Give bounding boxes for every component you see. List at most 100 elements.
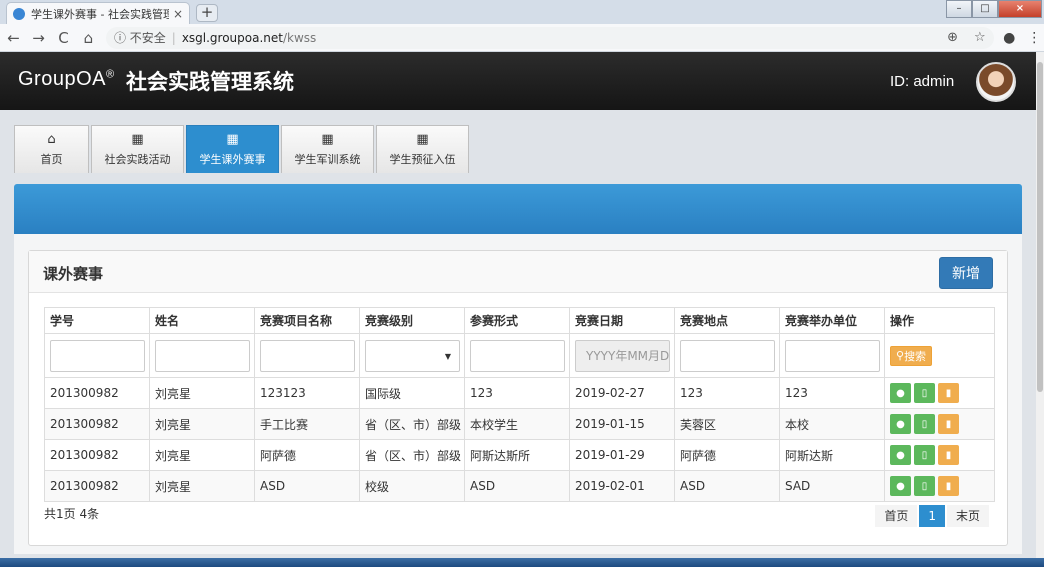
delete-trash-icon[interactable]: ▮ bbox=[938, 445, 959, 465]
delete-trash-icon[interactable]: ▮ bbox=[938, 476, 959, 496]
app-header: GroupOA® 社会实践管理系统 ID: admin bbox=[0, 52, 1044, 110]
tab-label: 首页 bbox=[40, 152, 63, 166]
minimize-button[interactable]: – bbox=[946, 0, 972, 18]
bookmark-star-icon[interactable]: ☆ bbox=[974, 30, 986, 45]
table-cell: ASD bbox=[254, 470, 360, 502]
home-icon[interactable]: ⌂ bbox=[77, 29, 100, 47]
panel-title: 课外赛事 bbox=[43, 265, 104, 283]
tab-enlistment[interactable]: ▦ 学生预征入伍 bbox=[376, 125, 469, 173]
url-input[interactable]: ⓘ 不安全 | xsgl.groupoa.net /kwss ⊕ ☆ bbox=[105, 26, 994, 49]
location-filter-input[interactable] bbox=[680, 339, 775, 372]
table-cell: 201300982 bbox=[44, 377, 150, 409]
col-date: 竞赛日期 bbox=[569, 307, 675, 334]
tab-home[interactable]: ⌂ 首页 bbox=[14, 125, 89, 173]
row-actions: ● ▯ ▮ bbox=[884, 439, 995, 471]
tab-competitions[interactable]: ▦ 学生课外赛事 bbox=[186, 125, 279, 173]
view-eye-icon[interactable]: ● bbox=[890, 445, 911, 465]
address-bar: ← → C ⌂ ⓘ 不安全 | xsgl.groupoa.net /kwss ⊕… bbox=[0, 24, 1044, 52]
view-eye-icon[interactable]: ● bbox=[890, 383, 911, 403]
search-button[interactable]: ⚲ 搜索 bbox=[890, 345, 933, 366]
col-student-id: 学号 bbox=[44, 307, 150, 334]
account-icon[interactable]: ● bbox=[1000, 30, 1019, 46]
table-cell: 2019-01-29 bbox=[569, 439, 675, 471]
view-eye-icon[interactable]: ● bbox=[890, 476, 911, 496]
groupoa-logo: GroupOA® bbox=[18, 68, 115, 90]
url-host: xsgl.groupoa.net bbox=[181, 30, 283, 45]
first-page-button[interactable]: 首页 bbox=[875, 505, 918, 527]
edit-document-icon[interactable]: ▯ bbox=[914, 414, 935, 434]
browser-tab[interactable]: 学生课外赛事 - 社会实践管理系统 × bbox=[6, 2, 190, 24]
table-cell: 芙蓉区 bbox=[674, 408, 780, 440]
add-button[interactable]: 新增 bbox=[939, 257, 993, 289]
table-cell: 123 bbox=[674, 377, 780, 409]
table-cell: 2019-02-01 bbox=[569, 470, 675, 502]
edit-document-icon[interactable]: ▯ bbox=[914, 383, 935, 403]
table-cell: 阿萨德 bbox=[674, 439, 780, 471]
col-actions: 操作 bbox=[884, 307, 995, 334]
maximize-button[interactable]: □ bbox=[972, 0, 998, 18]
pagination-summary: 共1页 4条 bbox=[44, 507, 100, 521]
forward-icon[interactable]: → bbox=[27, 29, 50, 47]
edit-document-icon[interactable]: ▯ bbox=[914, 476, 935, 496]
table-row: 201300982 刘亮星 ASD 校级 ASD 2019-02-01 ASD SAD ● ▯ ▮ bbox=[44, 470, 995, 502]
not-secure-label[interactable]: ⓘ 不安全 bbox=[114, 29, 166, 46]
browser-menu-icon[interactable]: ⋮ bbox=[1025, 30, 1044, 46]
competition-panel: 课外赛事 新增 学号 姓名 竞赛项目名称 竞赛级别 参赛形式 竞赛日期 竞赛地点… bbox=[28, 250, 1008, 546]
name-filter-input[interactable] bbox=[155, 339, 250, 372]
grid-icon: ▦ bbox=[321, 131, 334, 147]
organizer-filter-input[interactable] bbox=[785, 339, 880, 372]
table-cell: 刘亮星 bbox=[149, 408, 255, 440]
window-close-button[interactable]: × bbox=[998, 0, 1042, 18]
zoom-icon[interactable]: ⊕ bbox=[947, 30, 958, 45]
student-id-filter-input[interactable] bbox=[50, 339, 145, 372]
table-cell: 本校 bbox=[779, 408, 885, 440]
row-actions: ● ▯ ▮ bbox=[884, 408, 995, 440]
delete-trash-icon[interactable]: ▮ bbox=[938, 383, 959, 403]
search-icon: ⚲ bbox=[896, 349, 905, 362]
reload-icon[interactable]: C bbox=[52, 29, 75, 47]
grid-icon: ▦ bbox=[131, 131, 144, 147]
search-button-label: 搜索 bbox=[904, 349, 927, 363]
back-icon[interactable]: ← bbox=[2, 29, 25, 47]
scrollbar-thumb[interactable] bbox=[1037, 62, 1043, 392]
tab-social-practice[interactable]: ▦ 社会实践活动 bbox=[91, 125, 184, 173]
table-cell: 2019-01-15 bbox=[569, 408, 675, 440]
grid-icon: ▦ bbox=[226, 131, 239, 147]
browser-tab-title: 学生课外赛事 - 社会实践管理系统 bbox=[31, 7, 169, 21]
view-eye-icon[interactable]: ● bbox=[890, 414, 911, 434]
site-favicon-icon bbox=[13, 7, 25, 20]
col-level: 竞赛级别 bbox=[359, 307, 465, 334]
table-cell: 123 bbox=[779, 377, 885, 409]
edit-document-icon[interactable]: ▯ bbox=[914, 445, 935, 465]
level-filter-select[interactable]: ▼ bbox=[365, 339, 460, 372]
table-cell: 国际级 bbox=[359, 377, 465, 409]
grid-icon: ▦ bbox=[416, 131, 429, 147]
tab-label: 学生预征入伍 bbox=[389, 152, 456, 166]
table-row: 201300982 刘亮星 手工比赛 省（区、市）部级 本校学生 2019-01-15 芙蓉… bbox=[44, 408, 995, 440]
current-page-button[interactable]: 1 bbox=[919, 505, 945, 527]
tab-military-training[interactable]: ▦ 学生军训系统 bbox=[281, 125, 374, 173]
col-location: 竞赛地点 bbox=[674, 307, 780, 334]
user-avatar[interactable] bbox=[976, 62, 1016, 102]
table-cell: 阿斯达斯所 bbox=[464, 439, 570, 471]
home-icon: ⌂ bbox=[47, 131, 56, 147]
table-cell: ASD bbox=[464, 470, 570, 502]
module-nav: ⌂ 首页 ▦ 社会实践活动 ▦ 学生课外赛事 ▦ 学生军训系统 ▦ 学生预征入伍 bbox=[14, 125, 469, 173]
table-cell: 省（区、市）部级 bbox=[359, 439, 465, 471]
table-cell: 刘亮星 bbox=[149, 470, 255, 502]
table-row: 201300982 刘亮星 阿萨德 省（区、市）部级 阿斯达斯所 2019-01-29 阿萨… bbox=[44, 439, 995, 471]
system-title: 社会实践管理系统 bbox=[126, 70, 294, 94]
new-tab-button[interactable]: + bbox=[196, 4, 218, 22]
competition-name-filter-input[interactable] bbox=[260, 339, 355, 372]
table-cell: 省（区、市）部级 bbox=[359, 408, 465, 440]
table-cell: 201300982 bbox=[44, 439, 150, 471]
table-header-row: 学号 姓名 竞赛项目名称 竞赛级别 参赛形式 竞赛日期 竞赛地点 竞赛举办单位 … bbox=[44, 307, 995, 334]
date-filter-input[interactable]: YYYY年MM月DD日 bbox=[575, 339, 670, 372]
tab-close-icon[interactable]: × bbox=[173, 7, 183, 21]
delete-trash-icon[interactable]: ▮ bbox=[938, 414, 959, 434]
table-cell: 2019-02-27 bbox=[569, 377, 675, 409]
format-filter-input[interactable] bbox=[470, 339, 565, 372]
page-scrollbar[interactable] bbox=[1036, 52, 1044, 558]
row-actions: ● ▯ ▮ bbox=[884, 377, 995, 409]
last-page-button[interactable]: 末页 bbox=[946, 505, 989, 527]
